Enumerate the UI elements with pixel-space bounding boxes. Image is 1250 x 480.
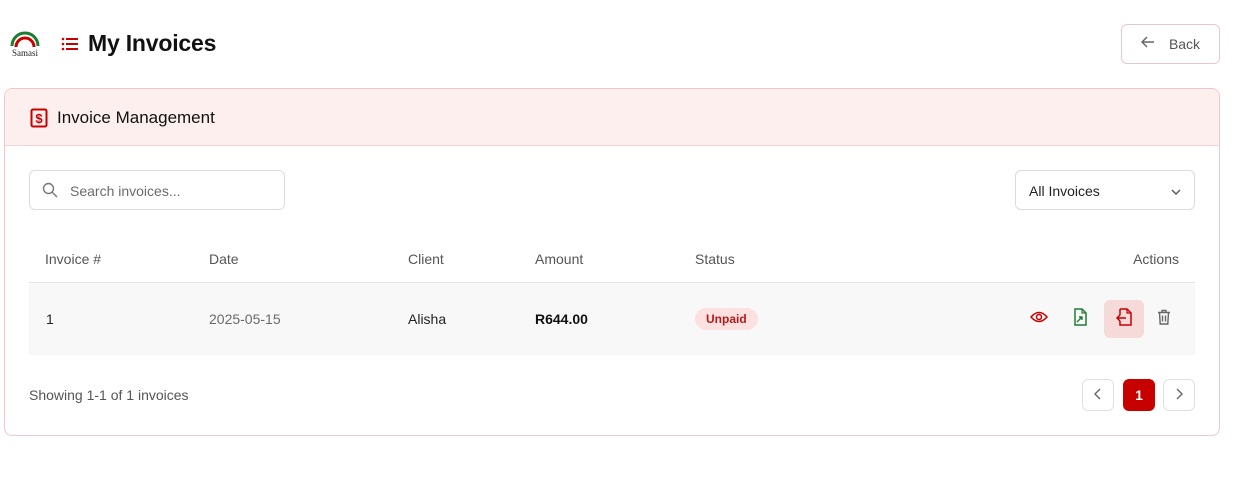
invoice-client: Alisha [408, 311, 447, 327]
col-status[interactable]: Status [695, 251, 735, 267]
file-export-icon [1072, 307, 1088, 331]
page-title: My Invoices [88, 30, 217, 56]
delete-button[interactable] [1144, 300, 1184, 338]
logo-text: Samasi [12, 48, 38, 58]
export-button[interactable] [1060, 300, 1100, 338]
showing-count: Showing 1-1 of 1 invoices [29, 387, 189, 403]
arrow-left-icon [1140, 35, 1155, 54]
search-box [29, 170, 285, 210]
prev-page-button[interactable] [1082, 379, 1114, 411]
chevron-right-icon [1174, 387, 1184, 403]
invoice-date: 2025-05-15 [209, 311, 281, 327]
eye-icon [1029, 310, 1049, 329]
col-client[interactable]: Client [408, 251, 444, 267]
col-invoice-number[interactable]: Invoice # [45, 251, 101, 267]
invoice-filter-select[interactable]: All Invoices [1015, 170, 1195, 210]
invoice-number: 1 [46, 311, 54, 327]
card-header: $ Invoice Management [5, 89, 1219, 146]
col-amount[interactable]: Amount [535, 251, 583, 267]
dollar-document-icon: $ [30, 108, 48, 133]
back-button-label: Back [1168, 36, 1201, 52]
search-icon [42, 182, 58, 203]
status-badge: Unpaid [695, 308, 758, 330]
svg-text:$: $ [35, 111, 43, 126]
list-icon [61, 36, 79, 52]
col-actions: Actions [1133, 251, 1179, 267]
page-button-current[interactable]: 1 [1123, 379, 1155, 411]
search-input[interactable] [70, 180, 275, 202]
invoice-management-card: $ Invoice Management All Invoices Invoic… [4, 88, 1220, 436]
next-page-button[interactable] [1163, 379, 1195, 411]
invoice-amount: R644.00 [535, 311, 588, 327]
file-import-icon [1115, 307, 1132, 331]
trash-icon [1157, 309, 1171, 330]
col-date[interactable]: Date [209, 251, 239, 267]
chevron-left-icon [1093, 387, 1103, 403]
view-button[interactable] [1019, 300, 1059, 338]
import-button[interactable] [1104, 300, 1144, 338]
card-title: Invoice Management [57, 108, 215, 127]
back-button[interactable]: Back [1121, 24, 1220, 64]
samasi-logo: Samasi [8, 26, 42, 62]
table-header: Invoice # Date Client Amount Status Acti… [29, 235, 1195, 283]
filter-selected-value: All Invoices [1029, 183, 1100, 199]
table-row: 1 2025-05-15 Alisha R644.00 Unpaid [29, 283, 1195, 355]
chevron-down-icon [1170, 185, 1182, 203]
